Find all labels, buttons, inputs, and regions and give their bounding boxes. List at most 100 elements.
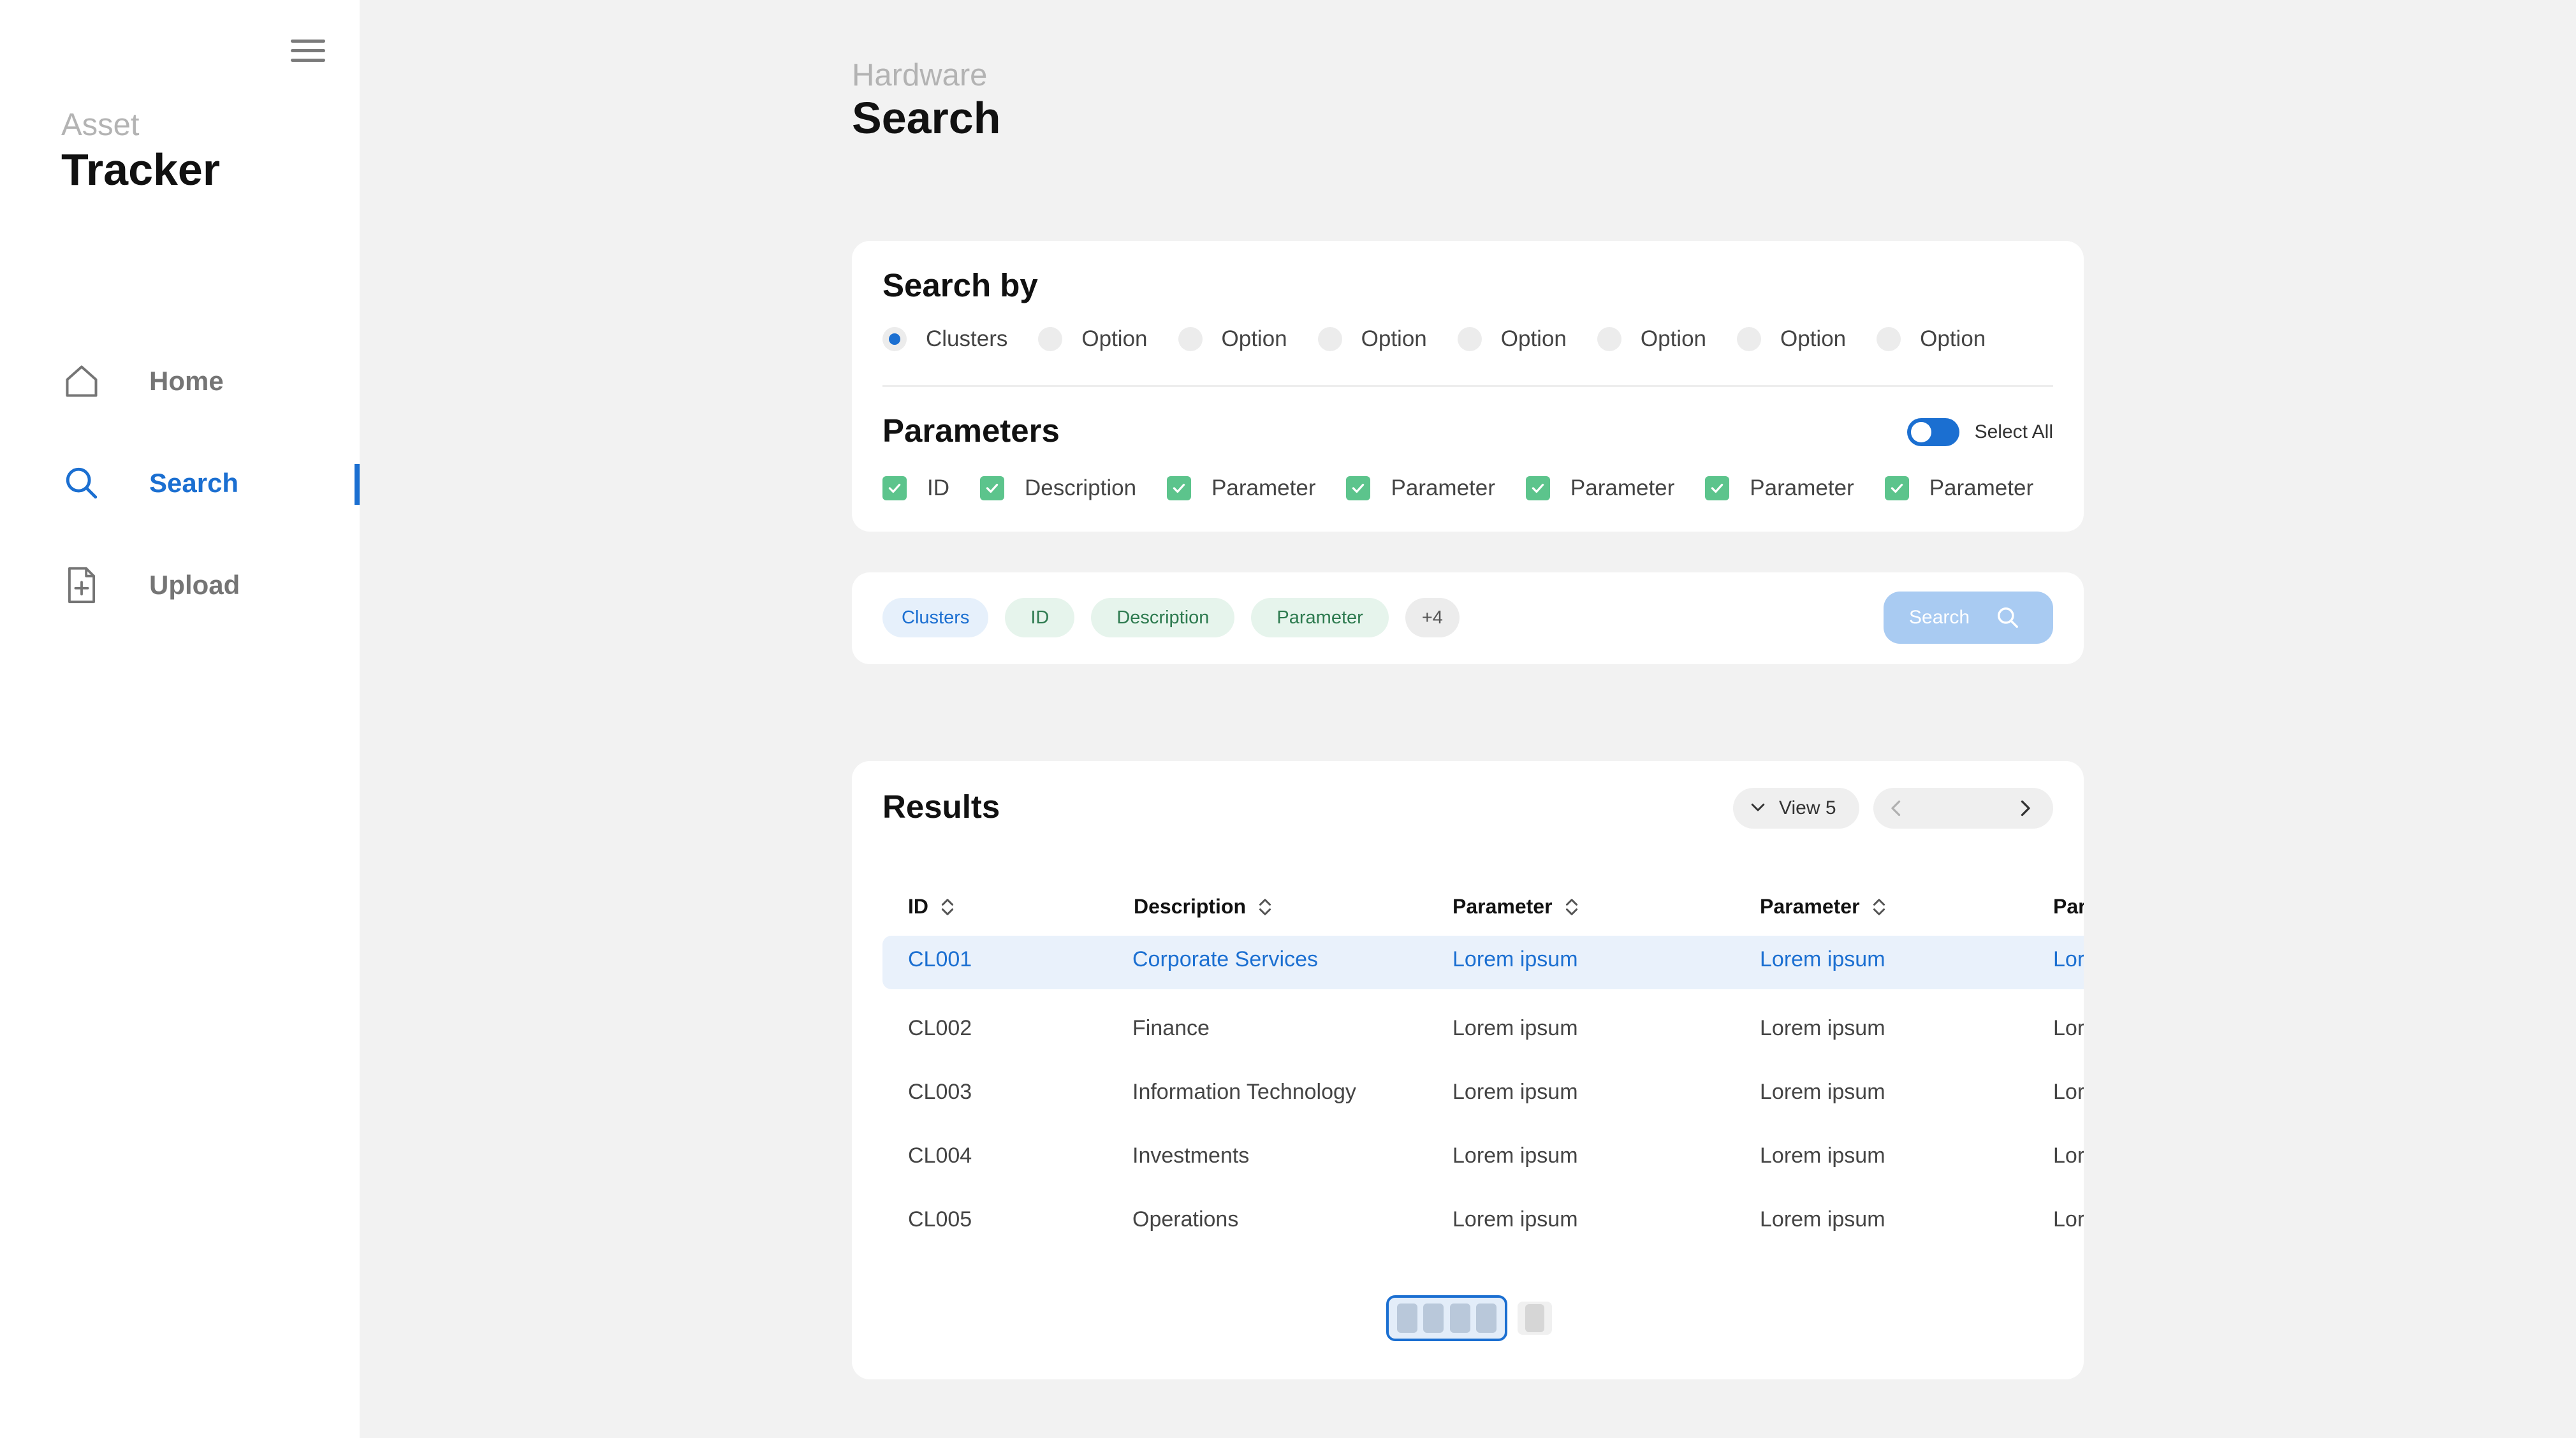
radio-clusters[interactable]: Clusters — [882, 326, 1007, 352]
parameter-checkboxes: ID Description Parameter Parameter Param… — [882, 476, 2064, 501]
sidebar-item-label: Search — [149, 468, 239, 498]
page-subtitle: Hardware — [852, 58, 988, 92]
home-icon — [61, 361, 102, 402]
column-header-id[interactable]: ID — [908, 895, 955, 919]
select-all-label: Select All — [1974, 421, 2053, 442]
column-header-parameter[interactable]: Parameter — [2053, 895, 2084, 919]
table-cell: Lorem ipsum — [1760, 1016, 1885, 1040]
divider — [882, 385, 2053, 387]
radio-option[interactable]: Option — [1038, 326, 1148, 352]
radio-option[interactable]: Option — [1597, 326, 1706, 352]
column-header-label: Parameter — [2053, 895, 2084, 918]
table-cell: Lorem ipsum — [1453, 947, 1578, 971]
radio-indicator — [1877, 327, 1901, 351]
chip-more[interactable]: +4 — [1405, 598, 1460, 637]
radio-option[interactable]: Option — [1877, 326, 1986, 352]
radio-label: Option — [1221, 326, 1287, 351]
table-cell: Lorem ipsum — [2053, 1016, 2084, 1040]
sidebar-item-label: Upload — [149, 570, 240, 600]
table-cell: Lorem ipsum — [1760, 1207, 1885, 1231]
checkbox-parameter[interactable]: Parameter — [1167, 476, 1315, 501]
select-all-toggle[interactable]: Select All — [1906, 418, 2053, 446]
radio-indicator — [1597, 327, 1621, 351]
menu-icon[interactable] — [291, 37, 325, 65]
table-row[interactable]: CL004 Investments Lorem ipsum Lorem ipsu… — [882, 1127, 2084, 1191]
column-header-description[interactable]: Description — [1134, 895, 1273, 919]
search-button[interactable]: Search — [1884, 592, 2053, 644]
radio-indicator — [1178, 327, 1203, 351]
checkbox-label: Parameter — [1211, 476, 1316, 500]
table-cell: Lorem ipsum — [2053, 947, 2084, 971]
table-row[interactable]: CL005 Operations Lorem ipsum Lorem ipsum… — [882, 1191, 2084, 1254]
brand-subtitle: Asset — [61, 108, 140, 142]
table-cell: Lorem ipsum — [1453, 1016, 1578, 1040]
column-header-parameter[interactable]: Parameter — [1760, 895, 1887, 919]
sidebar-item-search[interactable]: Search — [61, 458, 342, 509]
search-icon — [1996, 606, 2020, 633]
table-cell: Lorem ipsum — [1453, 1080, 1578, 1104]
sort-icon — [1565, 898, 1577, 915]
chip-parameter[interactable]: Parameter — [1251, 598, 1389, 637]
checkbox-parameter[interactable]: Parameter — [1705, 476, 1854, 501]
results-heading: Results — [882, 788, 1000, 825]
pagination-control — [1873, 788, 2053, 829]
search-by-options: Clusters Option Option Option Option Opt… — [882, 326, 2016, 352]
sort-icon — [1259, 898, 1271, 915]
chip-description[interactable]: Description — [1091, 598, 1235, 637]
table-row[interactable]: CL003 Information Technology Lorem ipsum… — [882, 1063, 2084, 1127]
table-cell: Corporate Services — [1132, 947, 1319, 971]
radio-label: Option — [1361, 326, 1427, 351]
view-count-dropdown[interactable]: View 5 — [1733, 788, 1859, 829]
table-cell: Lorem ipsum — [2053, 1080, 2084, 1104]
checkbox-id[interactable]: ID — [882, 476, 949, 501]
checkbox-description[interactable]: Description — [980, 476, 1136, 501]
radio-option[interactable]: Option — [1178, 326, 1287, 352]
radio-option[interactable]: Option — [1457, 326, 1567, 352]
sort-icon — [941, 898, 954, 915]
checkbox-parameter[interactable]: Parameter — [1346, 476, 1495, 501]
table-cell: Lorem ipsum — [1453, 1144, 1578, 1168]
table-cell: Lorem ipsum — [2053, 1144, 2084, 1168]
column-header-label: Parameter — [1453, 895, 1553, 918]
chevron-left-icon[interactable] — [1885, 797, 1908, 820]
horizontal-scrollbar[interactable] — [1386, 1295, 1552, 1341]
table-cell: Information Technology — [1132, 1080, 1356, 1104]
search-button-label: Search — [1909, 607, 1970, 628]
table-cell: Lorem ipsum — [1760, 1080, 1885, 1104]
column-header-parameter[interactable]: Parameter — [1453, 895, 1579, 919]
chevron-right-icon[interactable] — [2014, 797, 2037, 820]
table-header: ID Description Parameter Parameter Param… — [882, 882, 2084, 936]
sidebar-item-upload[interactable]: Upload — [61, 560, 342, 611]
table-cell: Lorem ipsum — [1760, 947, 1885, 971]
radio-option[interactable]: Option — [1317, 326, 1427, 352]
table-cell: Lorem ipsum — [2053, 1207, 2084, 1231]
table-row[interactable]: CL002 Finance Lorem ipsum Lorem ipsum Lo… — [882, 999, 2084, 1063]
table-cell: Finance — [1132, 1016, 1210, 1040]
checkbox-parameter[interactable]: Parameter — [1884, 476, 2033, 501]
radio-indicator — [1317, 327, 1342, 351]
table-cell: CL004 — [908, 1144, 972, 1168]
sidebar-item-home[interactable]: Home — [61, 356, 342, 407]
page-title: Search — [852, 93, 1001, 143]
view-count-label: View 5 — [1779, 797, 1836, 818]
scrollbar-thumb[interactable] — [1386, 1295, 1507, 1341]
results-table: ID Description Parameter Parameter Param… — [882, 882, 2084, 1254]
checkbox-label: Parameter — [1570, 476, 1675, 500]
scrollbar-track[interactable] — [1518, 1302, 1552, 1335]
check-icon — [1167, 476, 1192, 500]
toggle-switch[interactable] — [1906, 418, 1959, 446]
radio-label: Option — [1780, 326, 1847, 351]
table-cell: Operations — [1132, 1207, 1239, 1231]
column-header-label: Description — [1134, 895, 1247, 918]
radio-indicator — [1038, 327, 1063, 351]
checkbox-label: Parameter — [1750, 476, 1854, 500]
chip-id[interactable]: ID — [1005, 598, 1075, 637]
check-icon — [1525, 476, 1550, 500]
sidebar-item-label: Home — [149, 366, 224, 396]
radio-option[interactable]: Option — [1737, 326, 1846, 352]
brand-title: Tracker — [61, 145, 221, 194]
chip-clusters[interactable]: Clusters — [882, 598, 989, 637]
table-row[interactable]: CL001 Corporate Services Lorem ipsum Lor… — [882, 936, 2084, 989]
checkbox-parameter[interactable]: Parameter — [1525, 476, 1675, 501]
check-icon — [1705, 476, 1730, 500]
